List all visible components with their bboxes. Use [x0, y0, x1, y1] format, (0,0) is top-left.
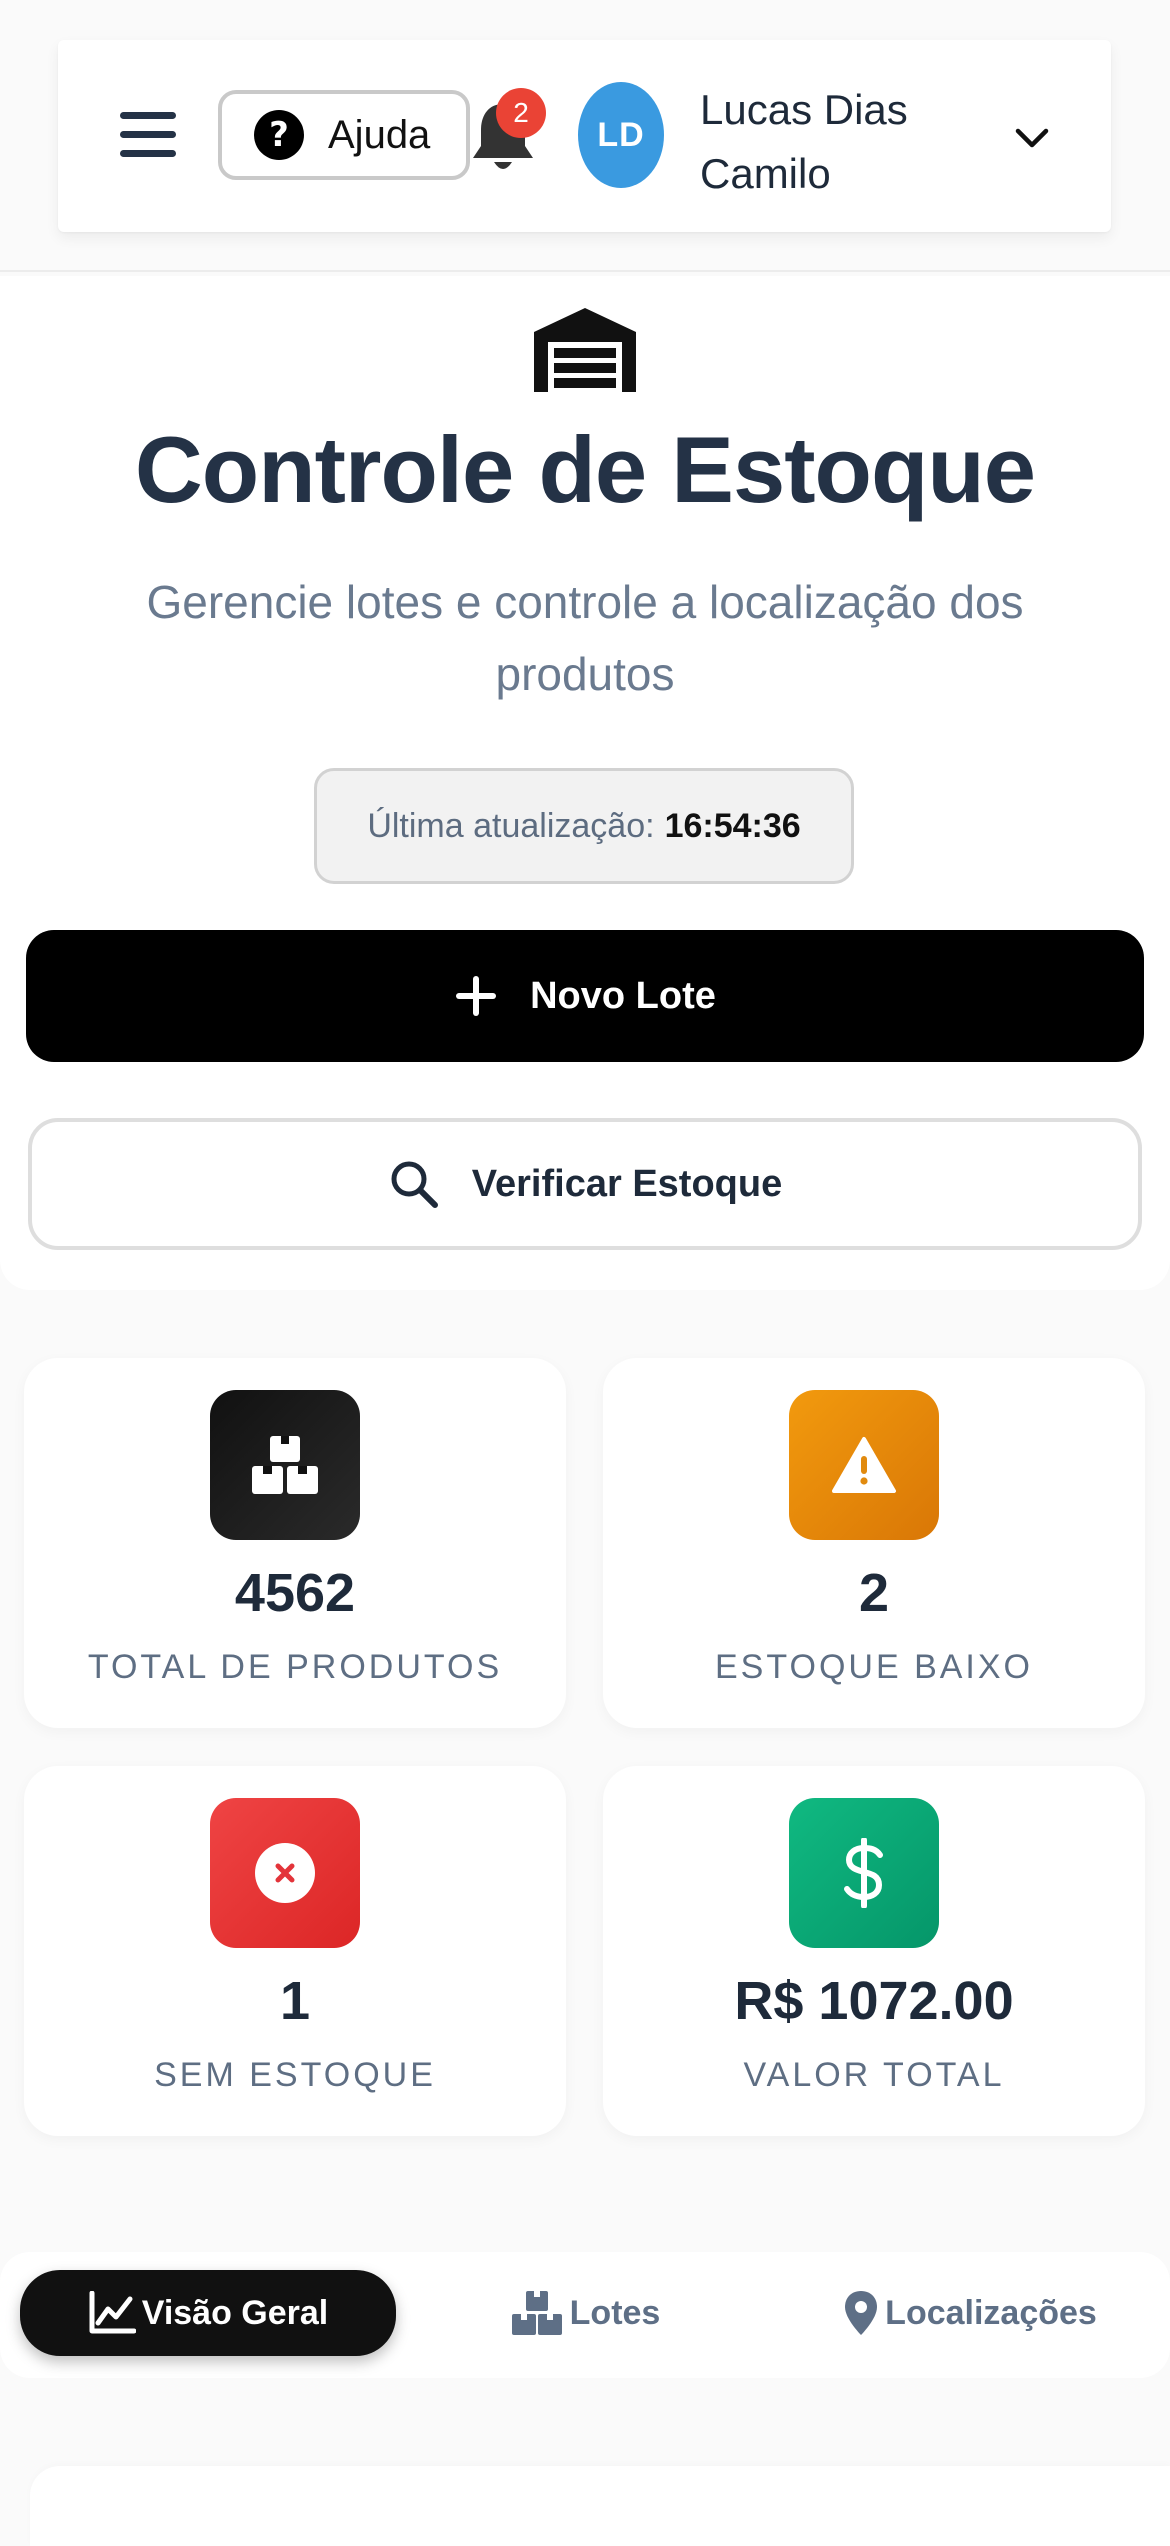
stat-value: 1: [279, 1971, 311, 2031]
new-batch-label: Novo Lote: [530, 974, 716, 1017]
help-label: Ajuda: [328, 112, 431, 157]
notification-badge: 2: [496, 88, 546, 138]
stat-label: SEM ESTOQUE: [154, 2056, 436, 2094]
tab-batches-label: Lotes: [569, 2293, 661, 2332]
page-subtitle: Gerencie lotes e controle a localização …: [146, 576, 1024, 700]
stat-card-low-stock[interactable]: 2 ESTOQUE BAIXO: [603, 1358, 1145, 1728]
stat-card-out-of-stock[interactable]: 1 SEM ESTOQUE: [24, 1766, 566, 2136]
avatar[interactable]: LD: [578, 82, 664, 188]
stat-label: TOTAL DE PRODUTOS: [87, 1648, 503, 1686]
stat-label: VALOR TOTAL: [743, 2056, 1005, 2094]
tab-locations-label: Localizações: [885, 2293, 1097, 2332]
user-menu-toggle[interactable]: [1008, 114, 1056, 162]
top-bar: ? Ajuda 2 LD Lucas Dias Camilo: [0, 0, 1170, 272]
menu-button[interactable]: [114, 102, 180, 168]
last-update-indicator: Última atualização: 16:54:36: [314, 768, 854, 884]
check-stock-label: Verificar Estoque: [471, 1162, 783, 1205]
boxes-icon: [511, 2291, 562, 2335]
tab-locations[interactable]: Localizações: [820, 2270, 1120, 2356]
check-stock-button[interactable]: Verificar Estoque: [28, 1118, 1142, 1250]
warehouse-icon: [534, 308, 636, 392]
main-panel: Controle de Estoque Gerencie lotes e con…: [0, 276, 1170, 1290]
stat-value: 2: [858, 1563, 890, 1623]
tab-overview-label: Visão Geral: [141, 2293, 329, 2332]
view-tabs: Visão Geral Lotes Localizações: [0, 2252, 1170, 2378]
tab-overview[interactable]: Visão Geral: [20, 2270, 396, 2356]
header-card: ? Ajuda 2 LD Lucas Dias Camilo: [58, 40, 1111, 232]
question-circle-icon: ?: [254, 110, 304, 160]
dollar-icon: [789, 1798, 939, 1948]
page-title: Controle de Estoque: [134, 417, 1036, 522]
boxes-icon: [210, 1390, 360, 1540]
last-update-time: 16:54:36: [664, 806, 801, 845]
stat-label: ESTOQUE BAIXO: [714, 1648, 1033, 1686]
tab-batches[interactable]: Lotes: [500, 2270, 670, 2356]
x-circle-icon: [210, 1798, 360, 1948]
chart-line-icon: [89, 2291, 136, 2334]
new-batch-button[interactable]: Novo Lote: [26, 930, 1144, 1062]
plus-icon: [456, 976, 497, 1016]
warning-icon: [789, 1390, 939, 1540]
stat-card-total-products[interactable]: 4562 TOTAL DE PRODUTOS: [24, 1358, 566, 1728]
help-button[interactable]: ? Ajuda: [218, 90, 470, 180]
stat-card-total-value[interactable]: R$ 1072.00 VALOR TOTAL: [603, 1766, 1145, 2136]
last-update-label: Última atualização:: [367, 806, 655, 845]
stat-value: R$ 1072.00: [734, 1971, 1014, 2031]
content-panel: [30, 2466, 1170, 2546]
map-pin-icon: [845, 2291, 878, 2335]
search-icon: [391, 1161, 438, 1208]
stat-value: 4562: [234, 1563, 356, 1623]
chevron-down-icon: [1015, 128, 1049, 148]
user-name[interactable]: Lucas Dias Camilo: [700, 78, 970, 206]
hamburger-icon: [120, 112, 176, 157]
